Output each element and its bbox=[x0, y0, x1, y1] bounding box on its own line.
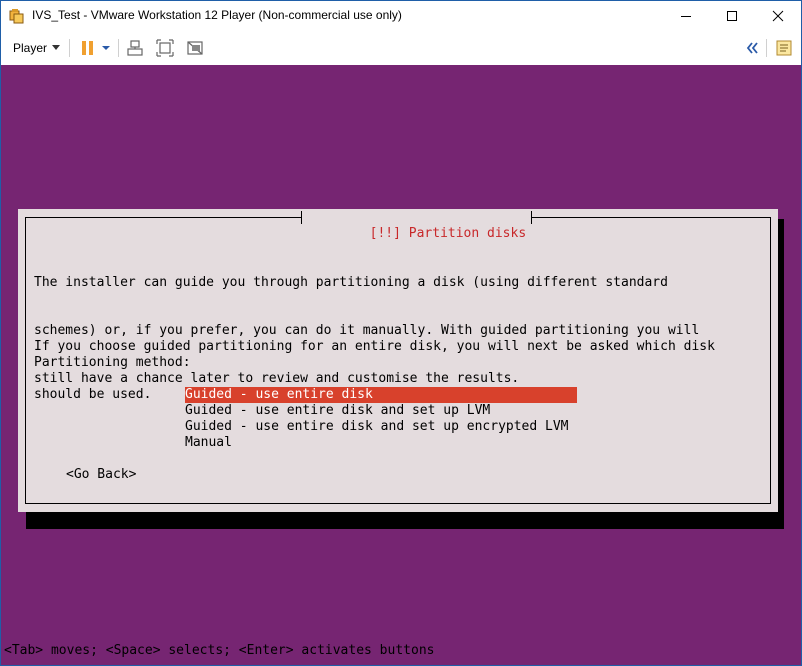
maximize-icon bbox=[727, 11, 737, 21]
fit-guest-icon[interactable] bbox=[156, 39, 174, 57]
chevron-down-icon bbox=[52, 45, 61, 50]
toolbar-divider bbox=[766, 39, 767, 57]
maximize-button[interactable] bbox=[709, 1, 755, 31]
partitioning-method-label: Partitioning method: bbox=[34, 355, 191, 370]
minimize-icon bbox=[681, 16, 691, 17]
collapse-panel-icon[interactable] bbox=[743, 39, 761, 57]
pause-icon[interactable] bbox=[79, 39, 97, 57]
close-icon bbox=[772, 10, 784, 22]
dropdown-arrow-icon[interactable] bbox=[101, 39, 111, 57]
close-button[interactable] bbox=[755, 1, 801, 31]
intro-line: The installer can guide you through part… bbox=[34, 275, 668, 290]
toolbar-divider bbox=[69, 39, 70, 57]
title-bar[interactable]: IVS_Test - VMware Workstation 12 Player … bbox=[1, 1, 801, 31]
option-guided-entire-disk[interactable]: Guided - use entire disk bbox=[185, 387, 577, 403]
vmware-app-icon bbox=[9, 9, 24, 24]
dialog-title-text: [!!] Partition disks bbox=[369, 226, 527, 241]
go-back-button[interactable]: <Go Back> bbox=[66, 467, 136, 483]
keyboard-help-line: <Tab> moves; <Space> selects; <Enter> ac… bbox=[4, 643, 435, 658]
player-menu-label: Player bbox=[13, 41, 48, 55]
option-guided-lvm[interactable]: Guided - use entire disk and set up LVM bbox=[185, 403, 490, 419]
toolbar-divider bbox=[118, 39, 119, 57]
vmware-player-window: IVS_Test - VMware Workstation 12 Player … bbox=[0, 0, 802, 666]
player-menu-button[interactable]: Player bbox=[7, 38, 66, 58]
message-log-icon[interactable] bbox=[775, 39, 793, 57]
unity-icon[interactable] bbox=[186, 39, 204, 57]
info-line: If you choose guided partitioning for an… bbox=[34, 339, 715, 354]
partition-disks-dialog: [!!] Partition disks The installer can g… bbox=[18, 209, 778, 512]
player-toolbar: Player bbox=[1, 31, 801, 66]
vm-guest-screen[interactable]: [!!] Partition disks The installer can g… bbox=[1, 65, 801, 665]
send-ctrl-alt-del-icon[interactable] bbox=[126, 39, 144, 57]
minimize-button[interactable] bbox=[663, 1, 709, 31]
option-manual[interactable]: Manual bbox=[185, 435, 232, 451]
option-guided-encrypted-lvm[interactable]: Guided - use entire disk and set up encr… bbox=[185, 419, 569, 435]
window-title: IVS_Test - VMware Workstation 12 Player … bbox=[32, 8, 402, 22]
